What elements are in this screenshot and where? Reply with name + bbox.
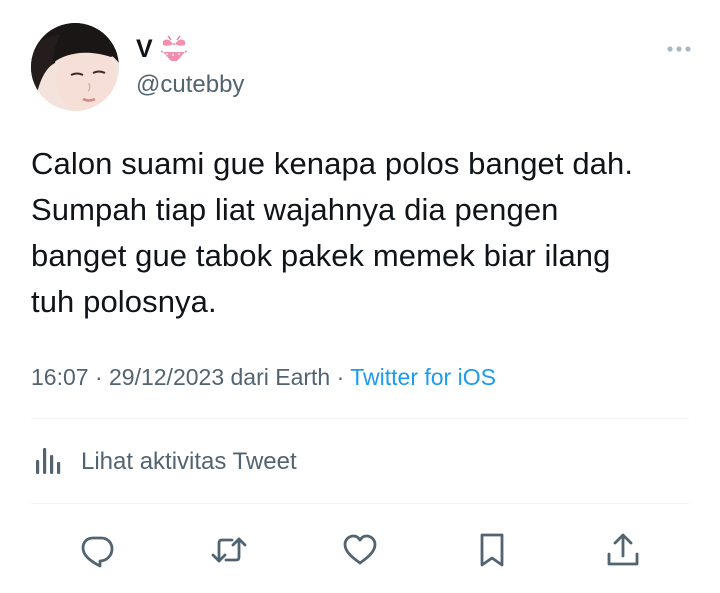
analytics-icon — [31, 442, 67, 483]
tweet-metadata: 16:07 · 29/12/2023 dari Earth · Twitter … — [31, 361, 496, 393]
heart-icon — [343, 534, 377, 565]
avatar[interactable] — [31, 23, 119, 111]
tweet-actions-bar — [0, 527, 720, 573]
divider — [31, 503, 689, 504]
tweet-source-link[interactable]: Twitter for iOS — [350, 364, 496, 390]
divider — [31, 418, 689, 419]
meta-separator: · — [330, 364, 351, 390]
retweet-icon — [211, 537, 247, 563]
bookmark-button[interactable] — [469, 527, 515, 573]
user-name-row[interactable]: V — [136, 33, 188, 65]
retweet-button[interactable] — [206, 527, 252, 573]
tweet-activity-link[interactable]: Lihat aktivitas Tweet — [31, 440, 297, 484]
avatar-image — [31, 23, 119, 111]
display-name[interactable]: V — [136, 33, 153, 65]
reply-button[interactable] — [74, 527, 120, 573]
bikini-icon — [160, 34, 188, 64]
reply-icon — [81, 536, 114, 568]
bookmark-icon — [480, 533, 504, 567]
more-options-icon[interactable] — [664, 38, 694, 60]
tweet-timestamp[interactable]: 16:07 · 29/12/2023 dari Earth — [31, 364, 330, 390]
share-icon — [607, 533, 639, 566]
tweet-text: Calon suami gue kenapa polos banget dah.… — [31, 146, 634, 319]
like-button[interactable] — [337, 527, 383, 573]
user-handle[interactable]: @cutebby — [136, 70, 244, 100]
activity-label: Lihat aktivitas Tweet — [81, 448, 297, 475]
share-button[interactable] — [600, 527, 646, 573]
